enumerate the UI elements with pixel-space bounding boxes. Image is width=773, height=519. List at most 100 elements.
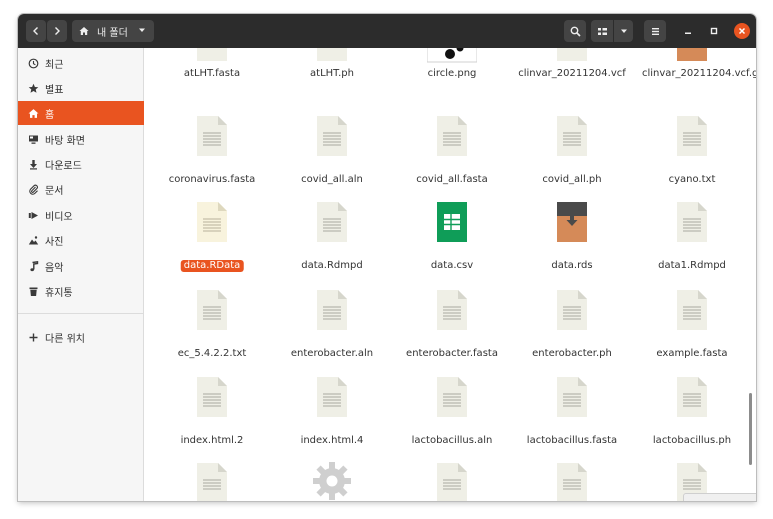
file-item-circle-png[interactable]: circle.png: [394, 48, 510, 92]
text-document-icon: [317, 377, 347, 417]
file-item-clinvar-vcf-gz[interactable]: clinvar_20211204.vcf.gz: [634, 48, 756, 104]
desktop-icon: [27, 133, 39, 145]
file-name-selected: data.RData: [180, 260, 244, 272]
file-item-covid-all-fasta[interactable]: covid_all.fasta: [394, 114, 510, 189]
text-document-icon: [197, 202, 227, 242]
file-item-data-rdata[interactable]: data.RData: [154, 200, 270, 275]
chevron-right-icon: [55, 27, 60, 35]
text-document-icon: [557, 48, 587, 61]
file-item-partial[interactable]: [514, 461, 630, 501]
file-item-atlht-ph[interactable]: atLHT.ph: [274, 48, 390, 92]
file-item-data-rds[interactable]: data.rds: [514, 200, 630, 275]
view-options-button[interactable]: [614, 20, 633, 42]
file-item-lactobacillus-aln[interactable]: lactobacillus.aln: [394, 375, 510, 450]
sidebar-item-other-locations[interactable]: 다른 위치: [18, 325, 144, 349]
view-grid-button[interactable]: [591, 20, 613, 42]
file-item-cyano-txt[interactable]: cyano.txt: [634, 114, 750, 189]
text-document-icon: [437, 290, 467, 330]
path-home-button[interactable]: 내 폴더: [72, 20, 154, 42]
text-document-icon: [677, 290, 707, 330]
search-button[interactable]: [564, 20, 586, 42]
file-name: data.Rdmpd: [301, 260, 363, 271]
file-item-covid-all-aln[interactable]: covid_all.aln: [274, 114, 390, 189]
sidebar-item-documents[interactable]: 문서: [18, 177, 144, 201]
sidebar-item-starred[interactable]: 별표: [18, 76, 144, 100]
file-item-index-html-2[interactable]: index.html.2: [154, 375, 270, 450]
file-item-partial[interactable]: [274, 459, 390, 501]
sidebar-item-pictures[interactable]: 사진: [18, 228, 144, 252]
back-button[interactable]: [26, 20, 46, 42]
file-manager-window: 내 폴더 최근 별표 홈 바탕 화면 다운로드 문서 비디오 사진 음악 휴지통…: [18, 14, 756, 501]
gear-icon: [313, 462, 351, 500]
spreadsheet-icon: [437, 202, 467, 242]
text-document-icon: [317, 48, 347, 61]
file-item-ec-txt[interactable]: ec_5.4.2.2.txt: [154, 288, 270, 363]
sidebar-item-label: 사진: [45, 236, 64, 248]
sidebar-item-label: 최근: [45, 59, 64, 71]
close-button[interactable]: [734, 23, 750, 39]
file-name: covid_all.fasta: [416, 174, 488, 185]
sidebar-item-label: 다른 위치: [45, 333, 85, 345]
sidebar-separator: [18, 313, 144, 314]
minimize-icon: [685, 32, 691, 34]
file-item-clinvar-vcf[interactable]: clinvar_20211204.vcf: [514, 48, 630, 92]
file-item-coronavirus-fasta[interactable]: coronavirus.fasta: [154, 114, 270, 189]
file-name: covid_all.aln: [301, 174, 363, 185]
text-document-icon: [197, 463, 227, 501]
text-document-icon: [197, 377, 227, 417]
sidebar-item-label: 다운로드: [45, 160, 82, 172]
plus-icon: [27, 331, 39, 343]
text-document-icon: [557, 463, 587, 501]
sidebar-item-label: 별표: [45, 84, 64, 96]
minimize-button[interactable]: [680, 23, 696, 39]
file-name: index.html.2: [180, 435, 244, 446]
file-item-atlht-fasta[interactable]: atLHT.fasta: [154, 48, 270, 92]
file-item-data1-rdmpd[interactable]: data1.Rdmpd: [634, 200, 750, 275]
file-name: data.rds: [551, 260, 593, 271]
file-item-example-fasta[interactable]: example.fasta: [634, 288, 750, 363]
file-name: atLHT.fasta: [183, 68, 241, 79]
file-item-enterobacter-aln[interactable]: enterobacter.aln: [274, 288, 390, 363]
scrollbar[interactable]: [749, 393, 752, 465]
sidebar-item-home[interactable]: 홈: [18, 101, 144, 125]
caret-down-icon: [139, 28, 145, 32]
forward-button[interactable]: [47, 20, 67, 42]
sidebar-item-label: 문서: [45, 185, 64, 197]
text-document-icon: [197, 48, 227, 61]
file-item-data-rdmpd[interactable]: data.Rdmpd: [274, 200, 390, 275]
sidebar-item-trash[interactable]: 휴지통: [18, 279, 144, 303]
file-name: ec_5.4.2.2.txt: [177, 348, 247, 359]
file-item-enterobacter-ph[interactable]: enterobacter.ph: [514, 288, 630, 363]
file-name: clinvar_20211204.vcf: [518, 68, 626, 79]
close-icon: [738, 27, 746, 35]
file-name: enterobacter.fasta: [406, 348, 498, 359]
file-item-partial[interactable]: [394, 461, 510, 501]
sidebar-item-label: 휴지통: [45, 287, 73, 299]
paperclip-icon: [27, 183, 39, 195]
maximize-button[interactable]: [706, 23, 722, 39]
menu-button[interactable]: [644, 20, 666, 42]
sidebar-item-desktop[interactable]: 바탕 화면: [18, 127, 144, 151]
file-item-lactobacillus-ph[interactable]: lactobacillus.ph: [634, 375, 750, 450]
sidebar-item-recent[interactable]: 최근: [18, 51, 144, 75]
file-name: data.csv: [430, 260, 474, 271]
caret-down-icon: [620, 29, 627, 33]
file-name: circle.png: [427, 68, 477, 79]
text-document-icon: [317, 290, 347, 330]
file-item-covid-all-ph[interactable]: covid_all.ph: [514, 114, 630, 189]
file-item-index-html-4[interactable]: index.html.4: [274, 375, 390, 450]
sidebar-item-videos[interactable]: 비디오: [18, 203, 144, 227]
sidebar-item-music[interactable]: 음악: [18, 254, 144, 278]
music-icon: [27, 260, 39, 272]
file-item-data-csv[interactable]: data.csv: [394, 200, 510, 275]
file-item-partial[interactable]: [154, 461, 270, 501]
file-item-lactobacillus-fasta[interactable]: lactobacillus.fasta: [514, 375, 630, 450]
file-item-enterobacter-fasta[interactable]: enterobacter.fasta: [394, 288, 510, 363]
path-label: 내 폴더: [97, 27, 128, 39]
file-name: covid_all.ph: [542, 174, 602, 185]
sidebar-item-downloads[interactable]: 다운로드: [18, 152, 144, 176]
grid-view-icon: [597, 27, 607, 35]
text-document-icon: [437, 463, 467, 501]
text-document-icon: [197, 116, 227, 156]
text-document-icon: [557, 116, 587, 156]
